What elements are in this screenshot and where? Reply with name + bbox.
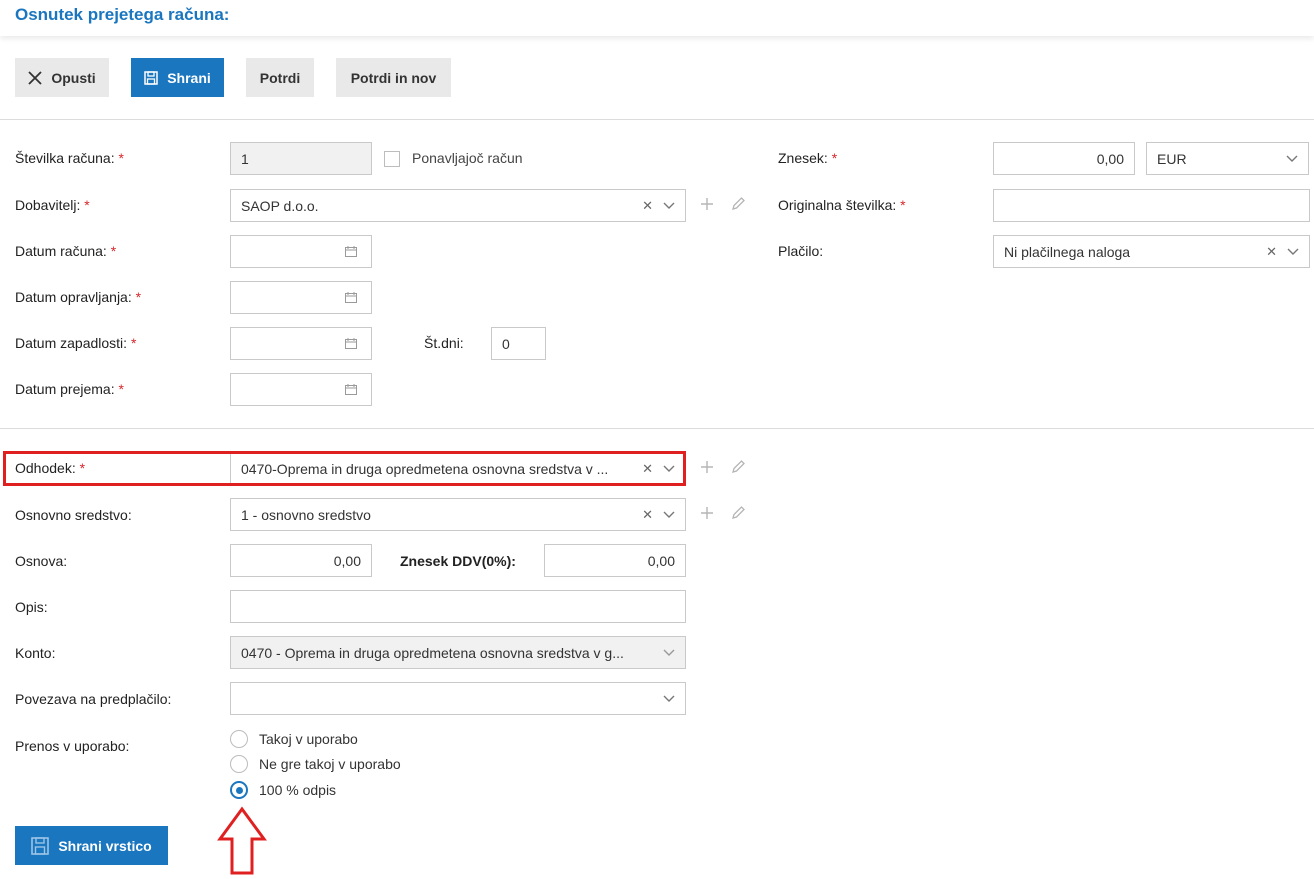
clear-icon[interactable]: ✕: [642, 507, 653, 523]
annotation-arrow-icon: [217, 806, 267, 875]
clear-icon[interactable]: ✕: [642, 461, 653, 477]
invoice-number-input[interactable]: 1: [230, 142, 372, 175]
fixed-asset-label: Osnovno sredstvo:: [15, 507, 132, 523]
clear-icon[interactable]: ✕: [1266, 244, 1277, 260]
page-header: Osnutek prejetega računa:: [0, 0, 1314, 36]
discard-button[interactable]: Opusti: [15, 58, 109, 97]
add-supplier-icon[interactable]: [700, 197, 714, 211]
receipt-date-label: Datum prejema: *: [15, 381, 124, 397]
base-label: Osnova:: [15, 553, 68, 569]
chevron-down-icon[interactable]: [1286, 155, 1298, 163]
save-icon: [31, 836, 50, 855]
calendar-icon[interactable]: [345, 292, 357, 303]
calendar-icon[interactable]: [345, 246, 357, 257]
amount-input[interactable]: 0,00: [993, 142, 1135, 175]
supplier-select[interactable]: SAOP d.o.o. ✕: [230, 189, 686, 222]
radio-full-write-off-label: 100 % odpis: [259, 782, 337, 798]
edit-supplier-icon[interactable]: [731, 196, 746, 211]
add-fixed-asset-icon[interactable]: [700, 506, 714, 520]
save-line-button-label: Shrani vrstico: [58, 837, 152, 854]
radio-immediate-use[interactable]: [230, 730, 248, 748]
calendar-icon[interactable]: [345, 384, 357, 395]
days-input[interactable]: 0: [491, 327, 546, 360]
close-icon: [28, 70, 42, 85]
supplier-label: Dobavitelj: *: [15, 197, 90, 213]
radio-not-immediate-use[interactable]: [230, 755, 248, 773]
base-input[interactable]: 0,00: [230, 544, 372, 577]
prepayment-select[interactable]: [230, 682, 686, 715]
due-date-label: Datum zapadlosti: *: [15, 335, 137, 351]
invoice-number-label: Številka računa: *: [15, 150, 124, 166]
save-icon: [144, 70, 158, 85]
account-select[interactable]: 0470 - Oprema in druga opredmetena osnov…: [230, 636, 686, 669]
vat-label: Znesek DDV(0%):: [400, 553, 516, 569]
invoice-date-label: Datum računa: *: [15, 243, 117, 259]
save-button[interactable]: Shrani: [131, 58, 224, 97]
expense-label: Odhodek: *: [15, 460, 86, 476]
confirm-new-button[interactable]: Potrdi in nov: [336, 58, 451, 97]
vat-input[interactable]: 0,00: [544, 544, 686, 577]
invoice-date-input[interactable]: [230, 235, 372, 268]
original-number-input[interactable]: [993, 189, 1310, 222]
payment-select[interactable]: Ni plačilnega naloga ✕: [993, 235, 1310, 268]
service-date-label: Datum opravljanja: *: [15, 289, 142, 305]
edit-fixed-asset-icon[interactable]: [731, 505, 746, 520]
edit-expense-icon[interactable]: [731, 459, 746, 474]
expense-select[interactable]: 0470-Oprema in druga opredmetena osnovna…: [230, 452, 686, 485]
account-label: Konto:: [15, 645, 56, 661]
prepayment-label: Povezava na predplačilo:: [15, 691, 172, 707]
description-input[interactable]: [230, 590, 686, 623]
due-date-input[interactable]: [230, 327, 372, 360]
save-line-button[interactable]: Shrani vrstico: [15, 826, 168, 865]
chevron-down-icon[interactable]: [663, 649, 675, 657]
confirm-button[interactable]: Potrdi: [246, 58, 314, 97]
recurring-label: Ponavljajoč račun: [412, 150, 523, 166]
description-label: Opis:: [15, 599, 48, 615]
original-number-label: Originalna številka: *: [778, 197, 906, 213]
divider: [0, 428, 1314, 429]
radio-immediate-use-label: Takoj v uporabo: [259, 731, 358, 747]
payment-label: Plačilo:: [778, 243, 824, 259]
chevron-down-icon[interactable]: [663, 695, 675, 703]
calendar-icon[interactable]: [345, 338, 357, 349]
amount-label: Znesek: *: [778, 150, 838, 166]
page-title: Osnutek prejetega računa:: [15, 5, 230, 24]
discard-button-label: Opusti: [51, 69, 96, 86]
chevron-down-icon[interactable]: [663, 465, 675, 473]
currency-select[interactable]: EUR: [1146, 142, 1309, 175]
add-expense-icon[interactable]: [700, 460, 714, 474]
chevron-down-icon[interactable]: [663, 202, 675, 210]
transfer-label: Prenos v uporabo:: [15, 738, 130, 754]
divider: [0, 119, 1314, 120]
clear-icon[interactable]: ✕: [642, 198, 653, 214]
recurring-checkbox[interactable]: [384, 151, 400, 167]
radio-full-write-off[interactable]: [230, 781, 248, 799]
save-button-label: Shrani: [167, 69, 211, 86]
service-date-input[interactable]: [230, 281, 372, 314]
fixed-asset-select[interactable]: 1 - osnovno sredstvo ✕: [230, 498, 686, 531]
days-label: Št.dni:: [424, 335, 464, 351]
radio-not-immediate-use-label: Ne gre takoj v uporabo: [259, 756, 401, 772]
chevron-down-icon[interactable]: [663, 511, 675, 519]
receipt-date-input[interactable]: [230, 373, 372, 406]
chevron-down-icon[interactable]: [1287, 248, 1299, 256]
